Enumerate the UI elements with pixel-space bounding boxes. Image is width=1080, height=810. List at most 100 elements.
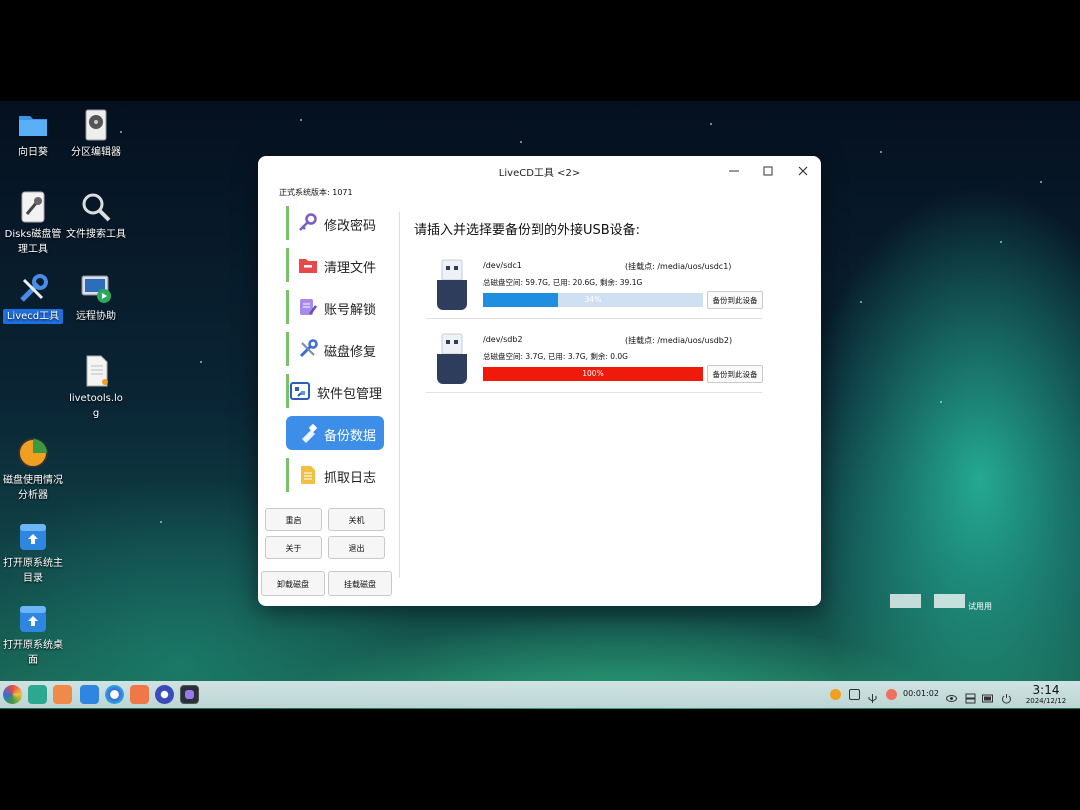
text-file-icon: [79, 354, 113, 388]
watermark-block: [890, 594, 921, 608]
folder-icon: [16, 108, 50, 142]
desktop-icon-label: Disks磁盘管理工具: [4, 229, 62, 255]
usb-tray-icon[interactable]: [867, 689, 878, 703]
nav-label: 抓取日志: [324, 471, 377, 486]
backup-to-device-button[interactable]: 备份到此设备: [707, 365, 763, 383]
desktop-icon-file-search[interactable]: 文件搜索工具: [66, 190, 126, 242]
desktop-icon-livecd[interactable]: Livecd工具: [3, 272, 63, 324]
desktop-icon-label: Livecd工具: [3, 309, 63, 324]
close-button[interactable]: [794, 162, 812, 180]
device-usage-progress: 34%: [483, 293, 703, 307]
nav-unlock-account[interactable]: 账号解锁: [286, 290, 384, 324]
desktop-icon-label: 分区编辑器: [71, 147, 121, 158]
usb-drive-icon: [437, 258, 467, 310]
device-mount-point: (挂载点: /media/uos/usdb2): [625, 336, 733, 345]
sunlogin-tray-icon[interactable]: [830, 689, 841, 700]
progress-text: 34%: [584, 295, 602, 304]
livecd-tool-window: LiveCD工具 <2> 正式系统版本: 1071 修改密码 清理文件 账号解锁: [258, 156, 821, 606]
desktop-icon-remote-assist[interactable]: 远程协助: [66, 272, 126, 324]
shutdown-button[interactable]: 关机: [328, 508, 385, 531]
desktop-icon-label: 磁盘使用情况分析器: [3, 475, 63, 501]
remote-assist-icon: [79, 272, 113, 306]
file-manager-icon[interactable]: [80, 685, 99, 704]
watermark-text: 试用用: [968, 602, 992, 611]
nav-label: 修改密码: [324, 219, 377, 234]
nav-label: 磁盘修复: [324, 345, 377, 360]
app-grid-icon[interactable]: [53, 685, 72, 704]
nav-disk-repair[interactable]: 磁盘修复: [286, 332, 384, 366]
device-path: /dev/sdc1: [483, 261, 522, 270]
maximize-button[interactable]: [759, 162, 777, 180]
browser-icon[interactable]: [105, 685, 124, 704]
nav-label: 清理文件: [324, 261, 377, 276]
exit-button[interactable]: 退出: [328, 536, 385, 559]
clock-time: 3:14: [1032, 683, 1060, 697]
panel-divider: [399, 212, 400, 578]
battery-tray-icon[interactable]: [982, 689, 993, 703]
desktop-icon-label: 向日葵: [18, 147, 48, 158]
edit-account-icon: [298, 297, 318, 317]
nav-package-manager[interactable]: 软件包管理: [286, 374, 396, 408]
backup-to-device-button[interactable]: 备份到此设备: [707, 291, 763, 309]
desktop-icon-disk-usage[interactable]: 磁盘使用情况分析器: [3, 436, 63, 503]
device-usage-progress: 100%: [483, 367, 703, 381]
app-store-icon[interactable]: [130, 685, 149, 704]
nav-fetch-logs[interactable]: 抓取日志: [286, 458, 384, 492]
network-tray-icon[interactable]: [965, 689, 976, 704]
folder-minus-icon: [298, 255, 318, 275]
usb-device-row[interactable]: /dev/sdc1 (挂载点: /media/uos/usdc1) 总磁盘空间:…: [426, 254, 763, 319]
window-titlebar[interactable]: LiveCD工具 <2>: [258, 156, 821, 186]
nav-backup-data[interactable]: 备份数据: [286, 416, 384, 450]
power-tray-icon[interactable]: [1001, 689, 1012, 704]
launcher-icon[interactable]: [3, 685, 22, 704]
usb-icon: [298, 423, 318, 443]
disks-tool-icon: [16, 190, 50, 224]
desktop-icon-label: 打开原系统桌面: [3, 640, 63, 666]
desktop-folder-icon: [16, 601, 50, 635]
desktop-icon-open-desktop[interactable]: 打开原系统桌面: [3, 601, 63, 668]
restart-button[interactable]: 重启: [265, 508, 322, 531]
clock[interactable]: 3:14 2024/12/12: [1022, 683, 1070, 706]
desktop-icon-label: 打开原系统主目录: [3, 558, 63, 584]
keyboard-tray-icon[interactable]: [849, 689, 860, 700]
livecd-tool-task-icon[interactable]: [180, 685, 199, 704]
nav-change-password[interactable]: 修改密码: [286, 206, 384, 240]
desktop-icon-open-home[interactable]: 打开原系统主目录: [3, 519, 63, 586]
minimize-icon: [729, 170, 739, 172]
document-icon: [298, 465, 318, 485]
desktop-icon-label: 文件搜索工具: [66, 229, 126, 240]
multitask-view-icon[interactable]: [28, 685, 47, 704]
desktop-icon-label: 远程协助: [76, 311, 116, 322]
backup-heading: 请插入并选择要备份到的外接USB设备:: [414, 223, 641, 238]
wrench-icon: [298, 339, 318, 359]
tools-icon: [16, 272, 50, 306]
usb-device-row[interactable]: /dev/sdb2 (挂载点: /media/uos/usdb2) 总磁盘空间:…: [426, 328, 763, 393]
magnifier-icon: [79, 190, 113, 224]
unmount-disk-button[interactable]: 卸载磁盘: [261, 571, 325, 596]
mount-disk-button[interactable]: 挂载磁盘: [328, 571, 392, 596]
nav-label: 软件包管理: [317, 387, 383, 402]
desktop-icon-livetools-log[interactable]: livetools.log: [66, 354, 126, 421]
device-space-info: 总磁盘空间: 3.7G, 已用: 3.7G, 剩余: 0.0G: [483, 352, 628, 361]
home-folder-icon: [16, 519, 50, 553]
device-mount-point: (挂载点: /media/uos/usdc1): [625, 262, 732, 271]
device-space-info: 总磁盘空间: 59.7G, 已用: 20.6G, 剩余: 39.1G: [483, 278, 643, 287]
desktop-icon-disks[interactable]: Disks磁盘管理工具: [3, 190, 63, 257]
desktop-icon-label: livetools.log: [69, 393, 123, 419]
screen-record-tray-icon[interactable]: [886, 689, 897, 700]
watermark-block: [934, 594, 965, 608]
desktop-icon-partition-editor[interactable]: 分区编辑器: [66, 108, 126, 160]
minimize-button[interactable]: [725, 162, 743, 180]
progress-text: 100%: [582, 369, 604, 378]
package-icon: [290, 381, 310, 401]
eye-tray-icon[interactable]: [946, 689, 957, 702]
taskbar: 00:01:02 3:14 2024/12/12: [0, 681, 1080, 708]
desktop-icon-sunlogin[interactable]: 向日葵: [3, 108, 63, 160]
nav-label: 账号解锁: [324, 303, 377, 318]
about-button[interactable]: 关于: [265, 536, 322, 559]
system-version: 正式系统版本: 1071: [279, 188, 353, 197]
maximize-icon: [763, 166, 773, 176]
nav-clean-files[interactable]: 清理文件: [286, 248, 384, 282]
settings-icon[interactable]: [155, 685, 174, 704]
pie-chart-icon: [16, 436, 50, 470]
